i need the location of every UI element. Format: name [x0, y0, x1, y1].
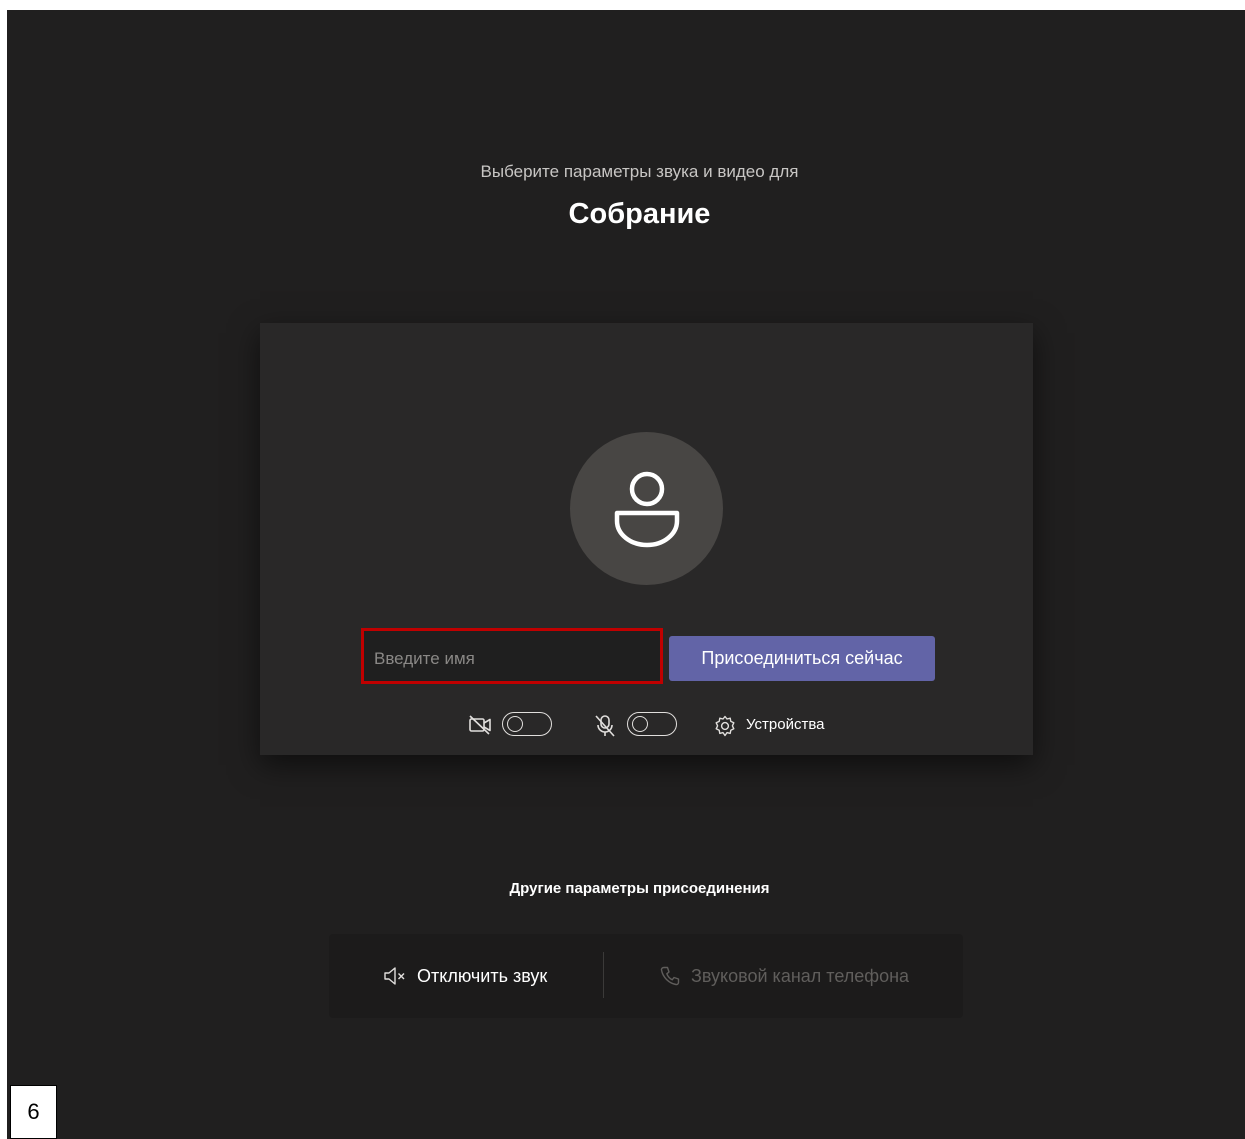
name-field[interactable]	[361, 628, 663, 684]
meeting-title: Собрание	[568, 198, 711, 230]
join-now-button[interactable]: Присоединиться сейчас	[669, 636, 935, 681]
page-number: 6	[10, 1085, 57, 1139]
mic-toggle[interactable]	[627, 712, 677, 736]
other-join-options: Отключить звук Звуковой канал телефона	[329, 934, 963, 1018]
camera-off-icon[interactable]	[468, 714, 492, 736]
person-icon	[614, 471, 679, 547]
teams-prejoin-screen: Выберите параметры звука и видео для Соб…	[7, 10, 1245, 1139]
mute-audio-option[interactable]: Отключить звук	[383, 934, 547, 1018]
gear-icon[interactable]	[713, 714, 737, 738]
phone-audio-option: Звуковой канал телефона	[659, 934, 909, 1018]
camera-toggle-knob	[507, 716, 523, 732]
prejoin-subtitle: Выберите параметры звука и видео для	[480, 162, 799, 181]
devices-button[interactable]: Устройства	[746, 716, 824, 733]
media-controls: Устройства	[260, 708, 1033, 744]
phone-icon	[660, 966, 680, 986]
avatar	[570, 432, 723, 585]
options-divider	[603, 952, 604, 998]
other-options-title: Другие параметры присоединения	[509, 880, 770, 897]
mic-toggle-knob	[632, 716, 648, 732]
join-now-label: Присоединиться сейчас	[701, 648, 903, 668]
name-input[interactable]	[364, 631, 660, 681]
mute-audio-label: Отключить звук	[417, 965, 548, 986]
phone-audio-label: Звуковой канал телефона	[691, 965, 910, 986]
camera-toggle[interactable]	[502, 712, 552, 736]
prejoin-card: Присоединиться сейчас	[260, 323, 1033, 755]
speaker-off-icon	[384, 967, 405, 985]
mic-off-icon[interactable]	[594, 714, 616, 738]
